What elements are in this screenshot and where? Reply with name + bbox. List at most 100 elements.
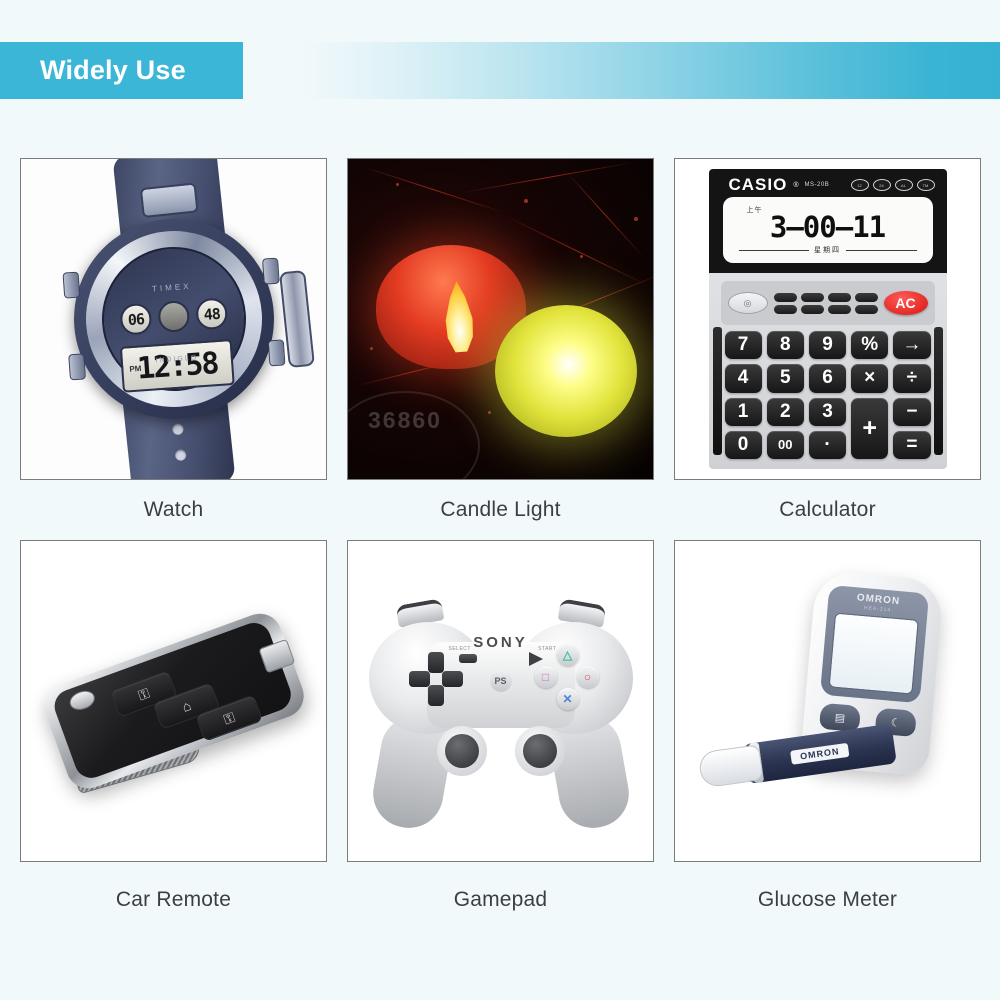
function-key[interactable]	[773, 292, 797, 302]
calculator-top-panel: CASIO ® MS-20B 12 24 AL TM 上午 3—00—11 星期…	[708, 169, 947, 273]
car-remote-image: ⚿ ⌂ ⚿	[21, 541, 326, 861]
dpad-left-icon[interactable]	[408, 671, 430, 687]
key-0[interactable]: 0	[724, 430, 762, 459]
watch-bezel: TIMEX 06 48 PM 12:58 INDIGLO	[79, 225, 268, 413]
candle-light-image: 36860	[348, 159, 653, 479]
display-rule-right	[846, 249, 917, 251]
caption-gamepad: Gamepad	[453, 888, 548, 911]
cross-button[interactable]: ✕	[556, 688, 579, 710]
key-divide[interactable]: ÷	[893, 364, 931, 393]
watch-lcd: PM 12:58	[119, 339, 235, 393]
unlock-icon: ⚿	[220, 708, 237, 728]
calculator-top-icons: 12 24 AL TM	[850, 179, 935, 191]
calculator-function-panel: ◎ AC	[720, 281, 935, 325]
card-gamepad[interactable]: SONY △ □ ○ ✕ PS SELECT START	[347, 540, 654, 862]
watch-subdial-mid	[156, 299, 190, 334]
key-9[interactable]: 9	[808, 331, 847, 360]
triangle-button[interactable]: △	[556, 644, 579, 666]
select-button[interactable]	[458, 654, 477, 663]
key-double-zero[interactable]: 00	[766, 430, 804, 459]
key-percent[interactable]: %	[851, 331, 889, 360]
select-label: SELECT	[448, 646, 471, 652]
key-8[interactable]: 8	[766, 331, 804, 360]
key-minus[interactable]: −	[893, 397, 931, 426]
caption-candle-light: Candle Light	[440, 498, 561, 521]
key-7[interactable]: 7	[724, 331, 762, 360]
watch-pusher-right-lower[interactable]	[267, 339, 286, 367]
card-glucose-meter[interactable]: OMRON HEA-214 ▤ ☾ OMRON	[674, 540, 981, 862]
key-multiply[interactable]: ×	[851, 364, 889, 393]
watch-dial: TIMEX 06 48 PM 12:58 INDIGLO	[96, 242, 251, 396]
key-plus[interactable]: +	[851, 397, 889, 459]
watch-subdial-right: 48	[194, 297, 228, 331]
key-6[interactable]: 6	[808, 364, 847, 393]
function-key[interactable]	[800, 292, 824, 302]
card-candle-light[interactable]: 36860	[347, 158, 654, 480]
calculator-brand-row: CASIO ® MS-20B 12 24 AL TM	[729, 175, 935, 194]
right-analog-stick[interactable]	[514, 726, 565, 776]
watch-pusher-left-lower[interactable]	[67, 353, 86, 381]
key-arrow-right[interactable]: →	[893, 331, 931, 360]
key-equals[interactable]: =	[893, 430, 931, 459]
key-release-button[interactable]	[66, 687, 98, 714]
candle-flame-tip	[435, 280, 482, 357]
dpad-up-icon[interactable]	[427, 652, 444, 673]
function-key[interactable]	[854, 304, 878, 314]
calculator-display-value: 3—00—11	[769, 210, 886, 244]
all-clear-button[interactable]: AC	[883, 291, 928, 315]
function-key[interactable]	[773, 304, 797, 314]
ps-home-button[interactable]: PS	[489, 670, 512, 692]
watch-pusher-left[interactable]	[61, 271, 80, 299]
watch-image: TIMEX 06 48 PM 12:58 INDIGLO	[21, 159, 326, 479]
meter-lcd-screen	[828, 612, 919, 695]
clock-face-icon: AL	[894, 179, 913, 191]
glucose-meter-image: OMRON HEA-214 ▤ ☾ OMRON	[675, 541, 980, 861]
face-button-cluster[interactable]: △ □ ○ ✕	[534, 644, 599, 710]
dpad-right-icon[interactable]	[441, 671, 463, 687]
dpad[interactable]	[408, 652, 463, 706]
lancet-brand-label: OMRON	[790, 742, 850, 765]
watch-subdial-left: 06	[118, 302, 152, 336]
card-car-remote[interactable]: ⚿ ⌂ ⚿	[20, 540, 327, 862]
function-key[interactable]	[827, 292, 851, 302]
watch-brand-label: TIMEX	[151, 281, 192, 294]
key-1[interactable]: 1	[724, 397, 762, 426]
dpad-down-icon[interactable]	[427, 685, 444, 706]
product-infographic-page: Widely Use TIMEX 06 48 PM 12:58 INDIGLO …	[0, 0, 1000, 1000]
start-button[interactable]	[528, 652, 543, 666]
meter-model-label: HEA-214	[863, 605, 892, 614]
watch-time-display: 12:58	[135, 345, 219, 387]
key-decimal-point[interactable]: ·	[808, 430, 847, 459]
solar-cell-icon: ◎	[727, 292, 768, 314]
function-key[interactable]	[800, 304, 824, 314]
calculator-display: 上午 3—00—11 星期四	[722, 197, 933, 263]
function-key[interactable]	[854, 292, 878, 302]
caption-watch: Watch	[143, 498, 204, 521]
card-watch[interactable]: TIMEX 06 48 PM 12:58 INDIGLO	[20, 158, 327, 480]
calculator-display-footer: 星期四	[733, 245, 923, 255]
start-label: START	[538, 646, 557, 652]
card-calculator[interactable]: CASIO ® MS-20B 12 24 AL TM 上午 3—00—11 星期…	[674, 158, 981, 480]
strap-hole	[171, 423, 184, 436]
watch-pusher-right[interactable]	[261, 257, 280, 285]
watch-lcd-meridiem: PM	[128, 363, 142, 374]
calculator-display-weekday: 星期四	[814, 247, 841, 254]
clock-face-icon: 24	[872, 179, 891, 191]
calculator-device: CASIO ® MS-20B 12 24 AL TM 上午 3—00—11 星期…	[708, 169, 947, 469]
calculator-keypad[interactable]: 7 8 9 % → 4 5 6 × ÷ 1 2 3 + − 0 00 · =	[724, 331, 931, 459]
page-title: Widely Use	[40, 55, 186, 85]
left-analog-stick[interactable]	[436, 726, 487, 776]
key-2[interactable]: 2	[766, 397, 804, 426]
function-key[interactable]	[827, 304, 851, 314]
circle-button[interactable]: ○	[576, 666, 599, 688]
strap-notch-top	[139, 182, 199, 219]
square-button[interactable]: □	[534, 666, 557, 688]
product-usage-grid: TIMEX 06 48 PM 12:58 INDIGLO 36860 CASIO…	[20, 158, 982, 938]
meter-faceplate: OMRON HEA-214	[819, 584, 930, 704]
calculator-function-keys[interactable]	[768, 292, 884, 314]
watch-subdial-row: 06 48	[118, 297, 228, 336]
key-4[interactable]: 4	[724, 364, 762, 393]
key-3[interactable]: 3	[808, 397, 847, 426]
gamepad-image: SONY △ □ ○ ✕ PS SELECT START	[348, 541, 653, 861]
key-5[interactable]: 5	[766, 364, 804, 393]
